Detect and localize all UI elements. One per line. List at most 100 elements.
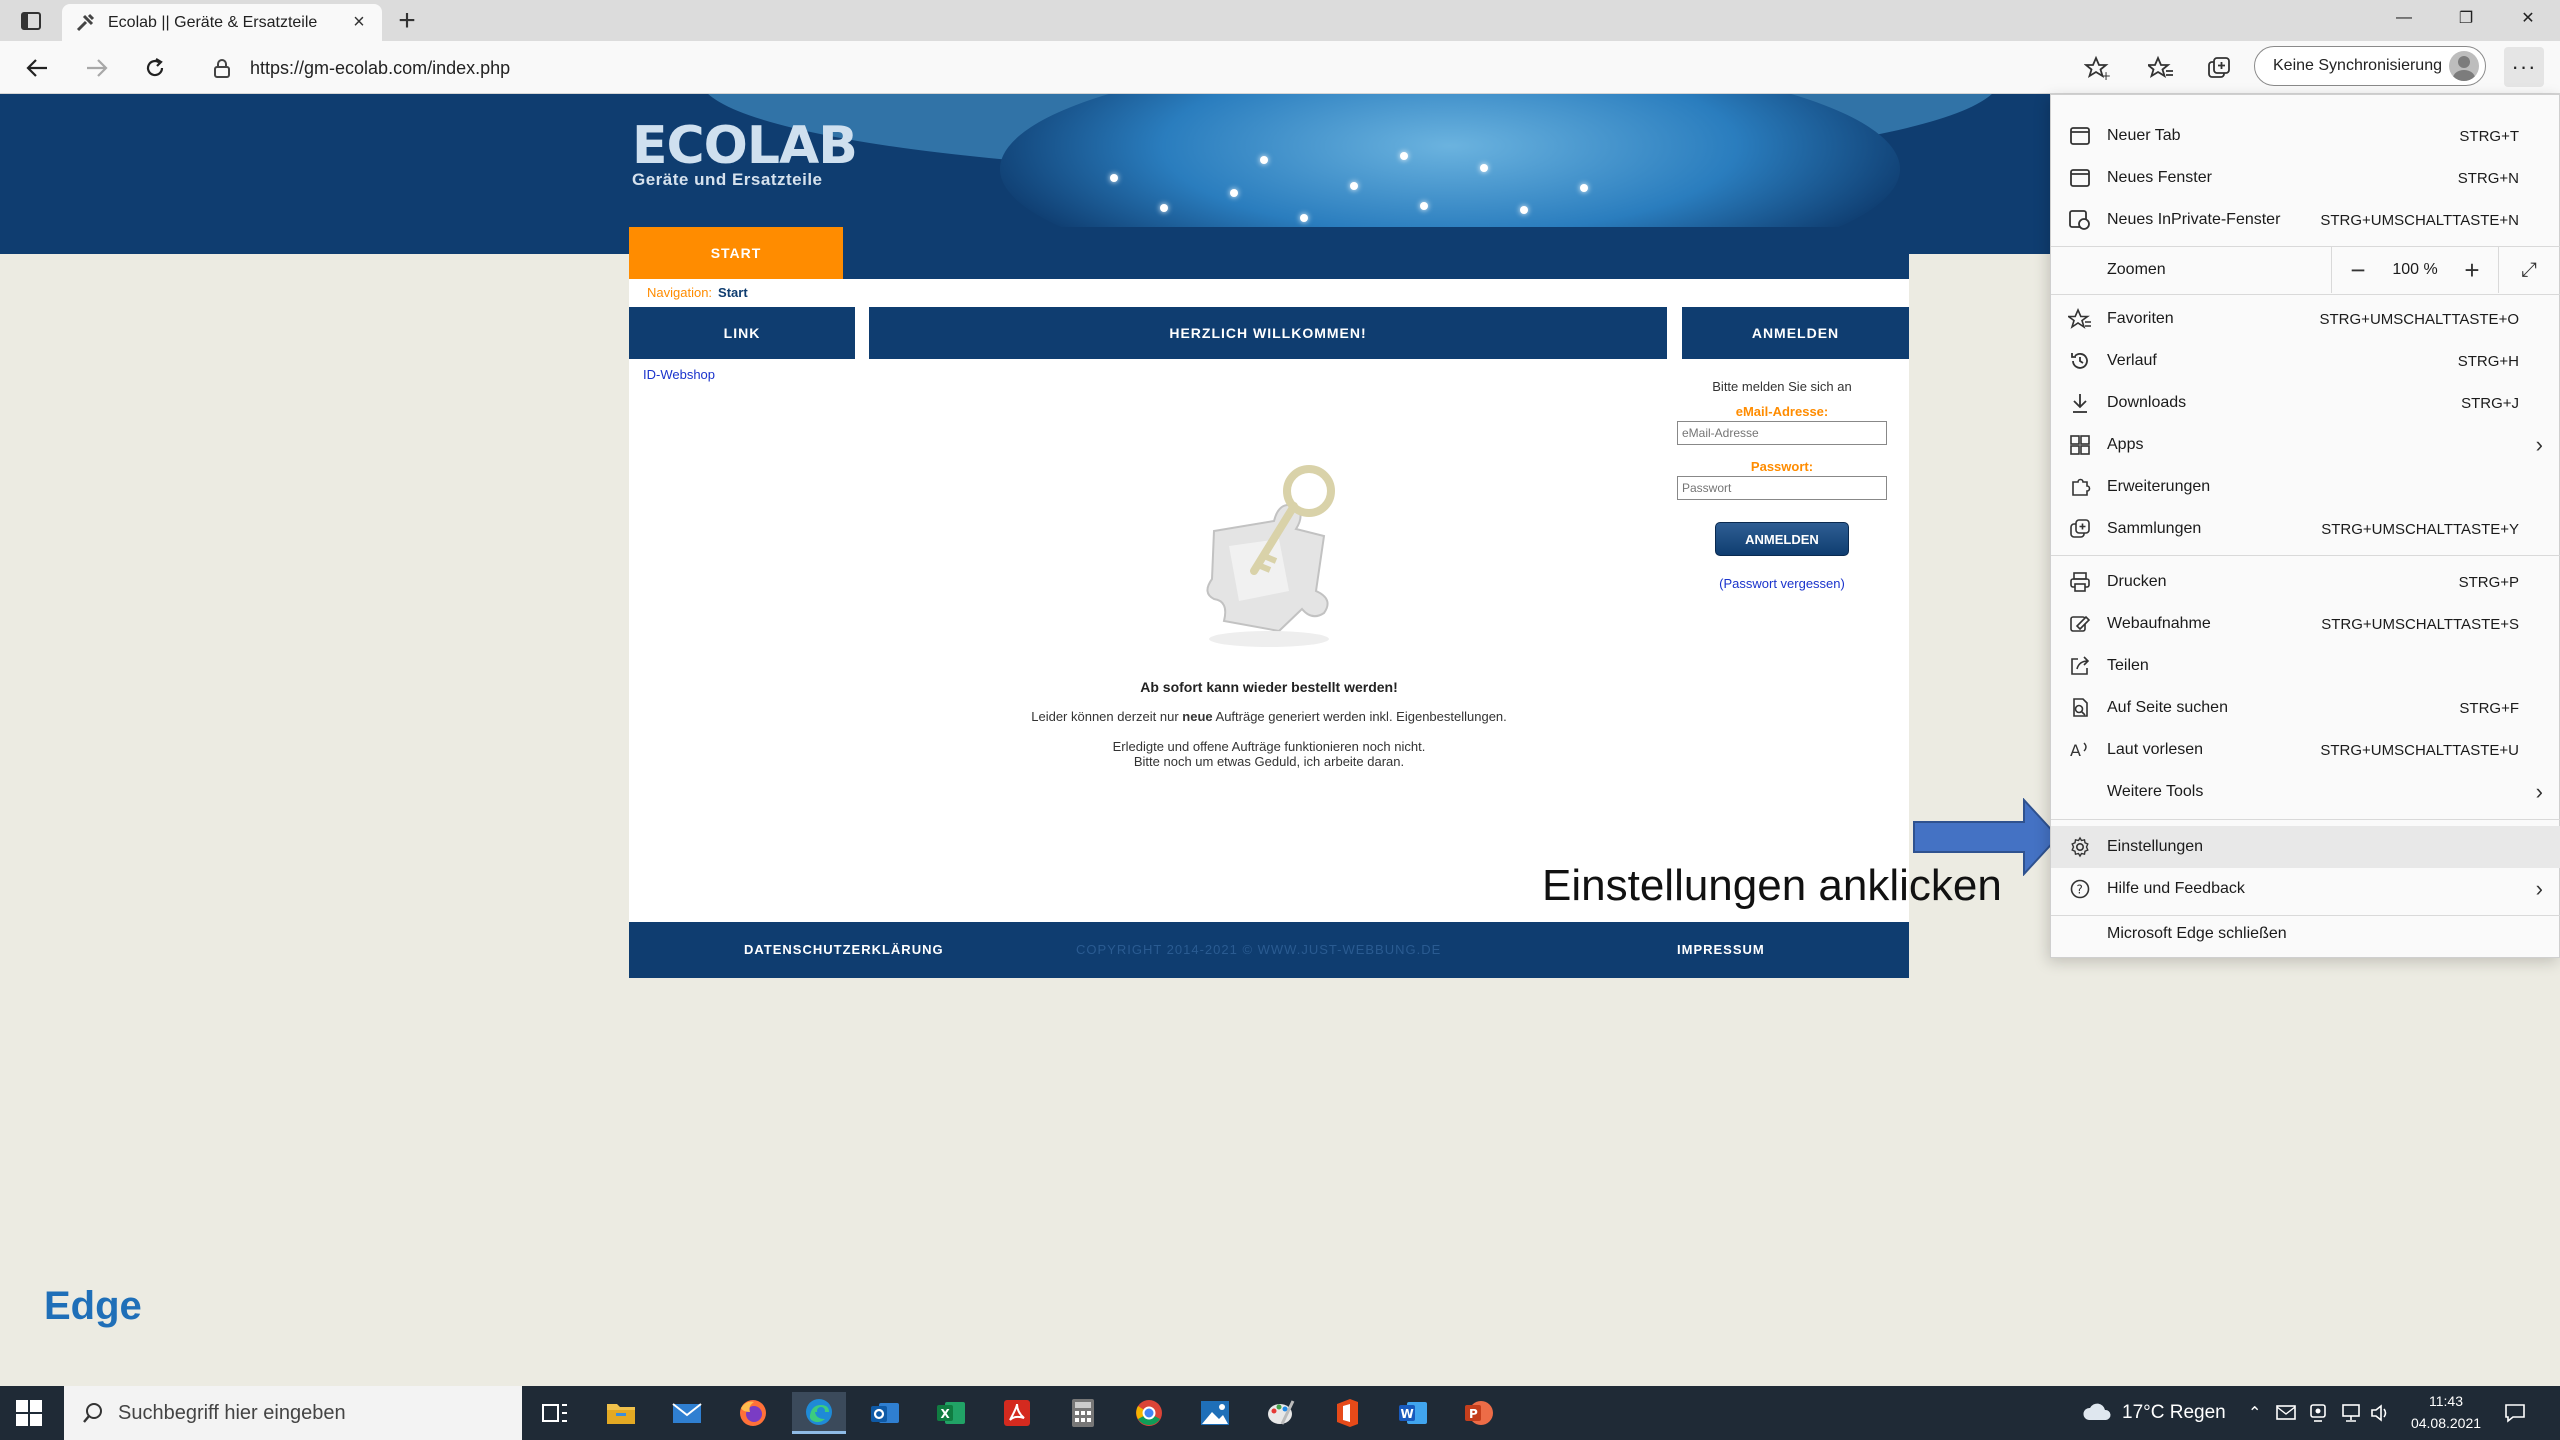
login-panel: Bitte melden Sie sich an eMail-Adresse: …	[1667, 379, 1897, 591]
puzzle-key-image	[1206, 465, 1335, 647]
chrome-icon[interactable]	[1122, 1392, 1176, 1434]
mail-icon[interactable]	[660, 1392, 714, 1434]
add-favorite-icon[interactable]: +	[2080, 51, 2114, 85]
svg-text:X: X	[941, 1407, 951, 1421]
menu-item-help-feedback[interactable]: ? Hilfe und Feedback ›	[2051, 868, 2560, 910]
file-explorer-icon[interactable]	[594, 1392, 648, 1434]
menu-item-read-aloud[interactable]: A Laut vorlesen STRG+UMSCHALTTASTE+U	[2051, 729, 2560, 771]
login-button[interactable]: ANMELDEN	[1715, 522, 1849, 556]
nav-start[interactable]: START	[629, 227, 843, 279]
find-icon	[2067, 695, 2093, 721]
chevron-right-icon: ›	[2535, 432, 2543, 457]
menu-item-zoom: Zoomen − 100 % + ⤢	[2051, 247, 2560, 293]
menu-item-web-capture[interactable]: Webaufnahme STRG+UMSCHALTTASTE+S	[2051, 603, 2560, 645]
email-field[interactable]	[1677, 421, 1887, 445]
browser-tab[interactable]: Ecolab || Geräte & Ersatzteile ×	[62, 4, 382, 41]
minimize-button[interactable]: —	[2374, 0, 2434, 36]
breadcrumb-current[interactable]: Start	[718, 285, 748, 300]
tab-actions-icon[interactable]	[14, 8, 48, 34]
annotation-instruction: Einstellungen anklicken	[1542, 861, 2002, 910]
chevron-right-icon: ›	[2535, 876, 2543, 901]
web-capture-icon	[2067, 611, 2093, 637]
back-button[interactable]	[20, 51, 54, 85]
sync-button[interactable]: Keine Synchronisierung	[2254, 46, 2486, 86]
close-tab-icon[interactable]: ×	[348, 11, 370, 34]
windows-start-icon[interactable]	[14, 1398, 44, 1428]
apps-icon	[2067, 432, 2093, 458]
menu-item-find-on-page[interactable]: Auf Seite suchen STRG+F	[2051, 687, 2560, 729]
password-field[interactable]	[1677, 476, 1887, 500]
word-icon[interactable]: W	[1386, 1392, 1440, 1434]
menu-item-close-edge[interactable]: Microsoft Edge schließen	[2051, 913, 2560, 955]
profile-avatar-icon	[2449, 51, 2479, 81]
menu-item-more-tools[interactable]: Weitere Tools ›	[2051, 771, 2560, 813]
edge-icon[interactable]	[792, 1392, 846, 1434]
calculator-icon[interactable]	[1056, 1392, 1110, 1434]
settings-and-more-button[interactable]: ···	[2504, 47, 2544, 87]
url-text[interactable]: https://gm-ecolab.com/index.php	[250, 58, 510, 79]
network-icon[interactable]	[2340, 1386, 2362, 1440]
notifications-icon[interactable]	[2504, 1386, 2526, 1440]
collections-icon[interactable]	[2202, 51, 2236, 85]
excel-icon[interactable]: X	[924, 1392, 978, 1434]
forgot-password-link[interactable]: (Passwort vergessen)	[1667, 576, 1897, 591]
taskbar-search-box[interactable]: Suchbegriff hier eingeben	[64, 1386, 522, 1440]
forward-button[interactable]	[80, 51, 114, 85]
ecolab-logo[interactable]: ECOLAB Geräte und Ersatzteile	[632, 120, 858, 190]
task-view-icon[interactable]	[528, 1392, 582, 1434]
webcam-icon[interactable]	[2310, 1386, 2328, 1440]
paint-3d-icon[interactable]	[1254, 1392, 1308, 1434]
menu-item-share[interactable]: Teilen	[2051, 645, 2560, 687]
office-icon[interactable]	[1320, 1392, 1374, 1434]
meet-now-icon[interactable]	[2276, 1386, 2296, 1440]
menu-item-apps[interactable]: Apps ›	[2051, 424, 2560, 466]
chevron-right-icon: ›	[2535, 779, 2543, 804]
svg-text:A: A	[2070, 741, 2081, 760]
zoom-in-button[interactable]: +	[2446, 247, 2498, 293]
new-tab-button[interactable]: +	[392, 4, 422, 37]
menu-item-new-window[interactable]: Neues Fenster STRG+N	[2051, 157, 2560, 199]
menu-item-settings[interactable]: Einstellungen	[2051, 826, 2560, 868]
sync-label: Keine Synchronisierung	[2273, 57, 2442, 74]
privacy-link[interactable]: DATENSCHUTZERKLÄRUNG	[744, 922, 944, 978]
id-webshop-link[interactable]: ID-Webshop	[643, 367, 715, 382]
inprivate-icon	[2067, 207, 2093, 233]
photos-icon[interactable]	[1188, 1392, 1242, 1434]
address-bar[interactable]: https://gm-ecolab.com/index.php	[196, 49, 2116, 87]
menu-item-collections[interactable]: Sammlungen STRG+UMSCHALTTASTE+Y	[2051, 508, 2560, 550]
settings-menu: Neuer Tab STRG+T Neues Fenster STRG+N Neue…	[2050, 94, 2560, 958]
close-window-button[interactable]: ✕	[2498, 0, 2558, 36]
hidden-icons-chevron-icon[interactable]: ⌃	[2248, 1386, 2261, 1440]
restore-button[interactable]: ❐	[2436, 0, 2496, 36]
weather-widget[interactable]: 17°C Regen	[2082, 1386, 2226, 1440]
menu-item-history[interactable]: Verlauf STRG+H	[2051, 340, 2560, 382]
menu-item-downloads[interactable]: Downloads STRG+J	[2051, 382, 2560, 424]
volume-icon[interactable]	[2370, 1386, 2392, 1440]
windows-taskbar: Suchbegriff hier eingeben X W P 17°C Reg…	[0, 1386, 2560, 1440]
fullscreen-icon[interactable]: ⤢	[2499, 247, 2559, 293]
menu-item-print[interactable]: Drucken STRG+P	[2051, 561, 2560, 603]
search-icon	[78, 1398, 108, 1428]
menu-item-new-tab[interactable]: Neuer Tab STRG+T	[2051, 115, 2560, 157]
menu-item-extensions[interactable]: Erweiterungen	[2051, 466, 2560, 508]
password-label: Passwort:	[1750, 459, 1814, 474]
refresh-button[interactable]	[138, 51, 172, 85]
tools-favicon-icon	[74, 12, 96, 34]
taskbar-clock[interactable]: 11:43 04.08.2021	[2408, 1390, 2484, 1434]
link-column-header: LINK	[629, 307, 855, 359]
firefox-icon[interactable]	[726, 1392, 780, 1434]
share-icon	[2067, 653, 2093, 679]
favorites-icon[interactable]	[2144, 51, 2178, 85]
menu-item-favorites[interactable]: Favoriten STRG+UMSCHALTTASTE+O	[2051, 298, 2560, 340]
powerpoint-icon[interactable]: P	[1452, 1392, 1506, 1434]
menu-item-new-inprivate-window[interactable]: Neues InPrivate-Fenster STRG+UMSCHALTTAST…	[2051, 199, 2560, 241]
acrobat-icon[interactable]	[990, 1392, 1044, 1434]
lock-icon[interactable]	[210, 56, 234, 80]
zoom-out-button[interactable]: −	[2332, 247, 2384, 293]
imprint-link[interactable]: IMPRESSUM	[1677, 922, 1765, 978]
site-footer: DATENSCHUTZERKLÄRUNG COPYRIGHT 2014-2021…	[629, 922, 1909, 978]
outlook-icon[interactable]	[858, 1392, 912, 1434]
tab-title: Ecolab || Geräte & Ersatzteile	[108, 13, 318, 31]
collections-icon	[2067, 516, 2093, 542]
clock-time: 11:43	[2429, 1393, 2463, 1409]
